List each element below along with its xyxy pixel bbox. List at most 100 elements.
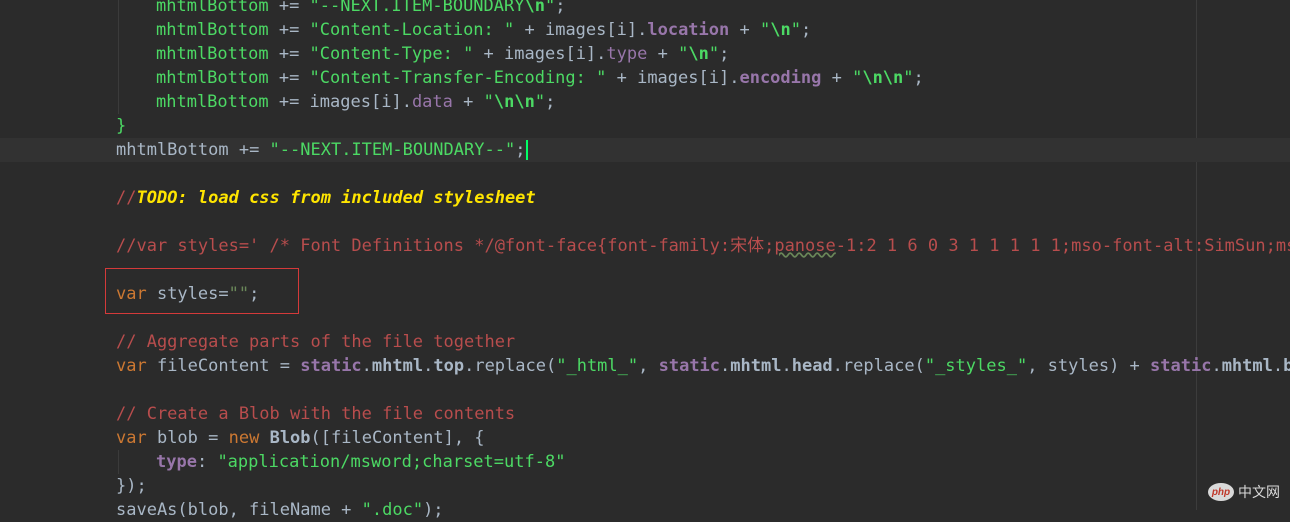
code-token: += [268, 68, 310, 88]
code-token: . [464, 356, 475, 376]
code-line[interactable] [0, 162, 1290, 186]
code-text: mhtmlBottom += "Content-Location: " + im… [156, 18, 811, 42]
code-token: " [852, 68, 863, 88]
code-token: mhtmlBottom [116, 140, 229, 160]
code-token: . [596, 44, 607, 64]
code-token: images [504, 44, 566, 64]
code-token: \n [524, 0, 545, 16]
code-token: replace [842, 356, 915, 376]
code-token: += [268, 20, 310, 40]
code-token: ; [515, 140, 526, 160]
code-token: " [708, 44, 720, 64]
code-token: static [300, 356, 362, 376]
code-token: data [411, 92, 453, 112]
code-text: // Aggregate parts of the file together [116, 330, 515, 354]
indent-guide [118, 18, 119, 42]
code-token: . [1272, 356, 1284, 376]
code-token: head [791, 356, 833, 376]
code-line[interactable] [0, 378, 1290, 402]
php-logo-icon: php [1208, 483, 1234, 501]
code-token: ( [545, 356, 557, 376]
code-token: ".doc" [361, 500, 424, 520]
code-token: mhtml [1221, 356, 1273, 376]
code-token: TODO: load css from included stylesheet [136, 188, 536, 208]
code-line[interactable]: saveAs(blob, fileName + ".doc"); [0, 498, 1290, 522]
code-token: \n [770, 20, 791, 40]
code-token: replace [474, 356, 546, 376]
code-token: images [309, 92, 371, 112]
code-text: saveAs(blob, fileName + ".doc"); [116, 498, 444, 522]
code-token: ; [913, 68, 924, 88]
code-line[interactable]: mhtmlBottom += "--NEXT.ITEM-BOUNDARY\n"; [0, 0, 1290, 18]
code-token: //var styles=' /* Font Definitions */@fo… [116, 236, 775, 256]
code-token: + [473, 44, 505, 64]
code-token: mhtml [730, 356, 782, 376]
code-token: \n\n [493, 92, 535, 112]
code-token: type [606, 44, 648, 64]
code-token: mhtmlBottom [156, 92, 269, 112]
code-token: ; [719, 44, 730, 64]
code-line[interactable]: // Aggregate parts of the file together [0, 330, 1290, 354]
code-text: //TODO: load css from included styleshee… [116, 186, 536, 210]
code-text: var blob = new Blob([fileContent], { [116, 426, 485, 450]
code-token: , styles) + [1027, 356, 1151, 376]
code-line[interactable]: mhtmlBottom += "Content-Transfer-Encodin… [0, 66, 1290, 90]
code-token: , [638, 356, 659, 376]
code-token: type [156, 452, 197, 472]
code-token: var [116, 428, 147, 448]
code-token: blob = [146, 428, 229, 448]
code-token: mhtmlBottom [156, 44, 269, 64]
code-line[interactable]: mhtmlBottom += "Content-Type: " + images… [0, 42, 1290, 66]
code-token: "_styles_" [924, 356, 1028, 376]
code-token: ; [555, 0, 566, 16]
code-token: images [637, 68, 699, 88]
code-token: saveAs(blob, fileName + [116, 500, 362, 520]
code-line[interactable]: mhtmlBottom += "Content-Location: " + im… [0, 18, 1290, 42]
code-token: . [361, 356, 372, 376]
code-line[interactable]: } [0, 114, 1290, 138]
code-token: ); [423, 500, 444, 520]
code-token: [i] [565, 44, 597, 64]
code-token: ; [545, 92, 556, 112]
code-token: . [720, 356, 731, 376]
code-token: + [821, 68, 853, 88]
code-token: panose [774, 236, 836, 256]
code-line[interactable]: //TODO: load css from included styleshee… [0, 186, 1290, 210]
code-text: type: "application/msword;charset=utf-8" [156, 450, 565, 474]
code-token: ; [800, 20, 812, 40]
code-token: + [606, 68, 638, 88]
code-token: body [1283, 356, 1290, 376]
code-line[interactable] [0, 210, 1290, 234]
code-token: += [268, 0, 310, 16]
code-line[interactable]: // Create a Blob with the file contents [0, 402, 1290, 426]
code-token: . [781, 356, 792, 376]
code-token: var [116, 356, 147, 376]
code-token: " [759, 20, 771, 40]
code-token: // [116, 188, 137, 208]
indent-guide [118, 42, 119, 66]
indent-guide [118, 66, 119, 90]
code-token: " [903, 68, 914, 88]
code-token: . [423, 356, 434, 376]
code-text: } [116, 114, 126, 138]
code-line[interactable]: var blob = new Blob([fileContent], { [0, 426, 1290, 450]
code-text: mhtmlBottom += "Content-Transfer-Encodin… [156, 66, 924, 90]
code-token: // Create a Blob with the file contents [116, 404, 516, 424]
code-line[interactable]: var fileContent = static.mhtml.top.repla… [0, 354, 1290, 378]
code-line[interactable]: type: "application/msword;charset=utf-8" [0, 450, 1290, 474]
code-token: . [401, 92, 412, 112]
code-token: encoding [739, 68, 822, 88]
code-token: ( [914, 356, 925, 376]
code-token: " [678, 44, 689, 64]
code-line[interactable]: //var styles=' /* Font Definitions */@fo… [0, 234, 1290, 258]
code-token: " [483, 92, 494, 112]
code-token: . [729, 68, 740, 88]
code-line[interactable]: mhtmlBottom += "--NEXT.ITEM-BOUNDARY--"; [0, 138, 1290, 162]
code-text: var fileContent = static.mhtml.top.repla… [116, 354, 1290, 378]
code-token: "Content-Type: " [309, 44, 474, 64]
code-line[interactable]: }); [0, 474, 1290, 498]
code-editor[interactable]: mhtmlBottom += "--NEXT.ITEM-BOUNDARY\n";… [0, 0, 1290, 520]
text-caret [526, 140, 529, 160]
code-line[interactable]: mhtmlBottom += images[i].data + "\n\n"; [0, 90, 1290, 114]
